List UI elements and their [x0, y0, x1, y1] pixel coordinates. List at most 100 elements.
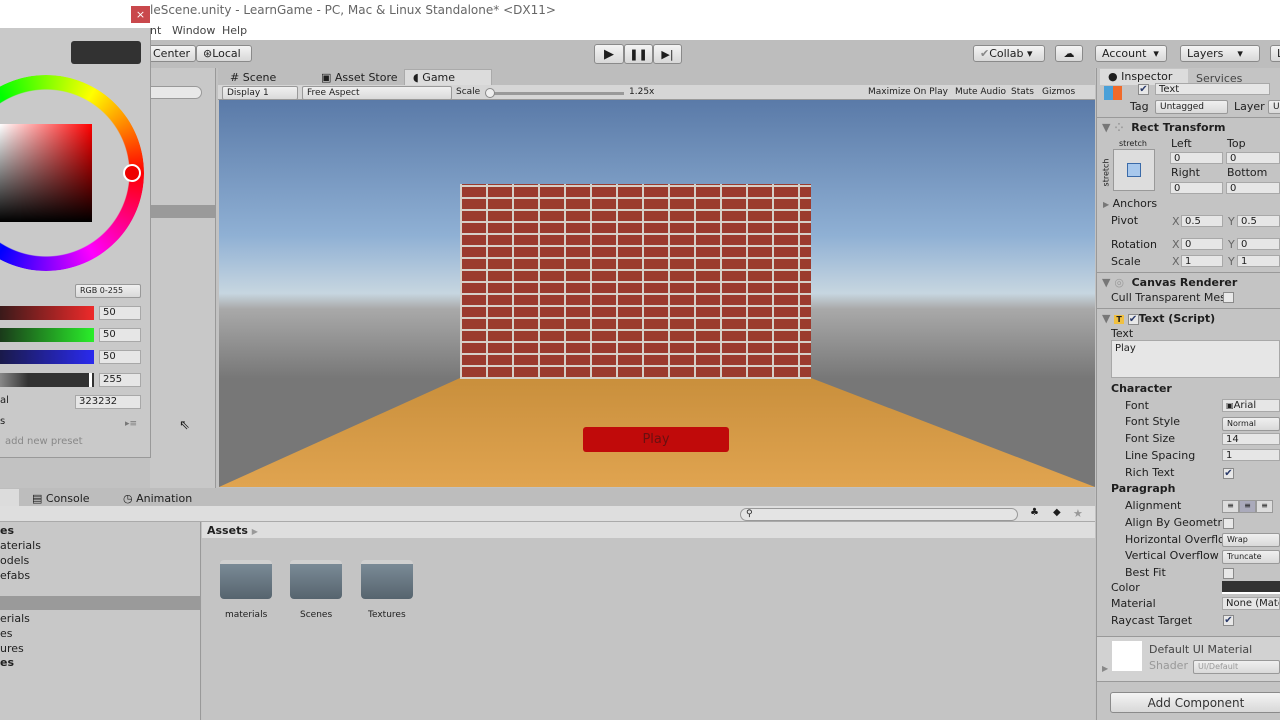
object-name-input[interactable]: Text [1155, 83, 1270, 95]
play-ui-button[interactable]: Play [583, 427, 729, 452]
account-dropdown[interactable]: Account ▾ [1095, 45, 1167, 62]
filter-type-icon[interactable]: ♣ [1030, 507, 1039, 518]
scale-x-input[interactable]: 1 [1181, 255, 1223, 267]
anchors-foldout[interactable]: ▶ Anchors [1103, 197, 1157, 210]
tab-scene[interactable]: # Scene [222, 70, 284, 85]
foldout-icon[interactable]: ▶ [1102, 664, 1108, 673]
tree-item[interactable]: es [0, 656, 14, 669]
folder-textures[interactable]: Textures [359, 556, 415, 622]
project-search-input[interactable]: ⚲ [740, 508, 1018, 521]
blue-slider[interactable] [0, 350, 94, 364]
pivot-y-input[interactable]: 0.5 [1237, 215, 1280, 227]
menu-item-component[interactable]: nt [150, 24, 161, 37]
material-field[interactable]: None (Mate [1222, 597, 1280, 610]
saturation-value-square[interactable] [0, 124, 92, 222]
tree-item[interactable]: erials [0, 612, 30, 625]
font-size-input[interactable]: 14 [1222, 433, 1280, 445]
scale-y-input[interactable]: 1 [1237, 255, 1280, 267]
tab-project[interactable] [0, 489, 19, 506]
rect-transform-header[interactable]: ▼ ⁘ Rect Transform [1102, 121, 1226, 134]
rotation-x-input[interactable]: 0 [1181, 238, 1223, 250]
align-right-button[interactable]: ≡ [1256, 500, 1273, 513]
align-left-button[interactable]: ≡ [1222, 500, 1239, 513]
hue-handle[interactable] [123, 164, 141, 182]
scale-slider-thumb[interactable] [485, 88, 495, 98]
tree-item[interactable]: ures [0, 642, 24, 655]
left-input[interactable]: 0 [1170, 152, 1223, 164]
bottom-input[interactable]: 0 [1226, 182, 1280, 194]
active-checkbox[interactable]: ✔ [1138, 84, 1149, 95]
folder-materials[interactable]: materials [218, 556, 274, 622]
green-input[interactable]: 50 [99, 328, 141, 342]
maximize-on-play-toggle[interactable]: Maximize On Play [868, 87, 948, 97]
hierarchy-selected-row[interactable] [150, 205, 215, 218]
top-input[interactable]: 0 [1226, 152, 1280, 164]
align-by-geometry-checkbox[interactable] [1223, 518, 1234, 529]
stats-toggle[interactable]: Stats [1011, 87, 1034, 97]
folder-scenes[interactable]: Scenes [288, 556, 344, 622]
play-button[interactable]: ▶ [594, 44, 624, 64]
hex-input[interactable]: 323232 [75, 395, 141, 409]
tab-asset-store[interactable]: ▣ Asset Store [313, 70, 406, 85]
horizontal-overflow-dropdown[interactable]: Wrap [1222, 533, 1280, 547]
alpha-slider[interactable] [0, 373, 94, 387]
red-input[interactable]: 50 [99, 306, 141, 320]
tab-console[interactable]: ▤ Console [24, 491, 98, 506]
pause-button[interactable]: ❚❚ [624, 44, 653, 64]
filter-label-icon[interactable]: ◆ [1053, 507, 1061, 518]
menu-item-help[interactable]: Help [222, 24, 247, 37]
tab-animation[interactable]: ◷ Animation [115, 491, 200, 506]
red-slider[interactable] [0, 306, 94, 320]
tag-dropdown[interactable]: Untagged [1155, 100, 1228, 114]
assets-breadcrumb[interactable]: Assets ▶ [207, 524, 258, 537]
mute-audio-toggle[interactable]: Mute Audio [955, 87, 1006, 97]
cull-transparent-checkbox[interactable] [1223, 292, 1234, 303]
close-button[interactable]: × [131, 6, 150, 23]
cloud-button[interactable]: ☁ [1055, 45, 1083, 62]
alpha-slider-thumb[interactable] [89, 373, 92, 387]
text-area[interactable]: Play [1111, 340, 1280, 378]
add-component-button[interactable]: Add Component [1110, 692, 1280, 713]
best-fit-checkbox[interactable] [1223, 568, 1234, 579]
tree-item[interactable]: es [0, 524, 14, 537]
shader-dropdown[interactable]: UI/Default [1193, 660, 1280, 674]
text-script-header[interactable]: ▼ T ✔Text (Script) [1102, 312, 1215, 325]
add-new-preset[interactable]: add new preset [5, 436, 83, 447]
tree-item[interactable]: efabs [0, 569, 30, 582]
scale-slider[interactable] [488, 92, 624, 95]
font-field[interactable]: ▣Arial [1222, 399, 1280, 412]
rich-text-checkbox[interactable]: ✔ [1223, 468, 1234, 479]
pivot-center-button[interactable]: Center [146, 45, 196, 62]
canvas-renderer-header[interactable]: ▼ ◎ Canvas Renderer [1102, 276, 1237, 289]
gizmos-dropdown[interactable]: Gizmos [1042, 87, 1075, 97]
tree-item[interactable]: odels [0, 554, 29, 567]
raycast-target-checkbox[interactable]: ✔ [1223, 615, 1234, 626]
blue-input[interactable]: 50 [99, 350, 141, 364]
anchor-preset-button[interactable] [1113, 149, 1155, 191]
tree-item[interactable]: es [0, 627, 13, 640]
line-spacing-input[interactable]: 1 [1222, 449, 1280, 461]
game-view[interactable]: Play [219, 100, 1095, 487]
layers-dropdown[interactable]: Layers ▾ [1180, 45, 1260, 62]
pivot-local-button[interactable]: ⊛ Local [196, 45, 252, 62]
pivot-x-input[interactable]: 0.5 [1181, 215, 1223, 227]
collab-button[interactable]: ✔ Collab ▾ [973, 45, 1045, 62]
project-tree-selected[interactable] [0, 596, 201, 610]
tree-item[interactable]: aterials [0, 539, 41, 552]
hierarchy-search[interactable] [150, 86, 202, 99]
layer-dropdown[interactable]: U [1268, 100, 1280, 114]
step-button[interactable]: ▶| [653, 44, 682, 64]
menu-item-window[interactable]: Window [172, 24, 215, 37]
right-input[interactable]: 0 [1170, 182, 1223, 194]
presets-menu-icon[interactable]: ▸≡ [125, 419, 137, 429]
tab-game[interactable]: ◖ Game [404, 69, 492, 85]
rotation-y-input[interactable]: 0 [1237, 238, 1280, 250]
vertical-overflow-dropdown[interactable]: Truncate [1222, 550, 1280, 564]
current-color-swatch[interactable] [71, 41, 141, 64]
color-field[interactable] [1222, 581, 1280, 594]
aspect-dropdown[interactable]: Free Aspect [302, 86, 452, 100]
text-enabled-checkbox[interactable]: ✔ [1127, 314, 1139, 325]
green-slider[interactable] [0, 328, 94, 342]
alpha-input[interactable]: 255 [99, 373, 141, 387]
layout-dropdown[interactable]: L [1270, 45, 1280, 62]
